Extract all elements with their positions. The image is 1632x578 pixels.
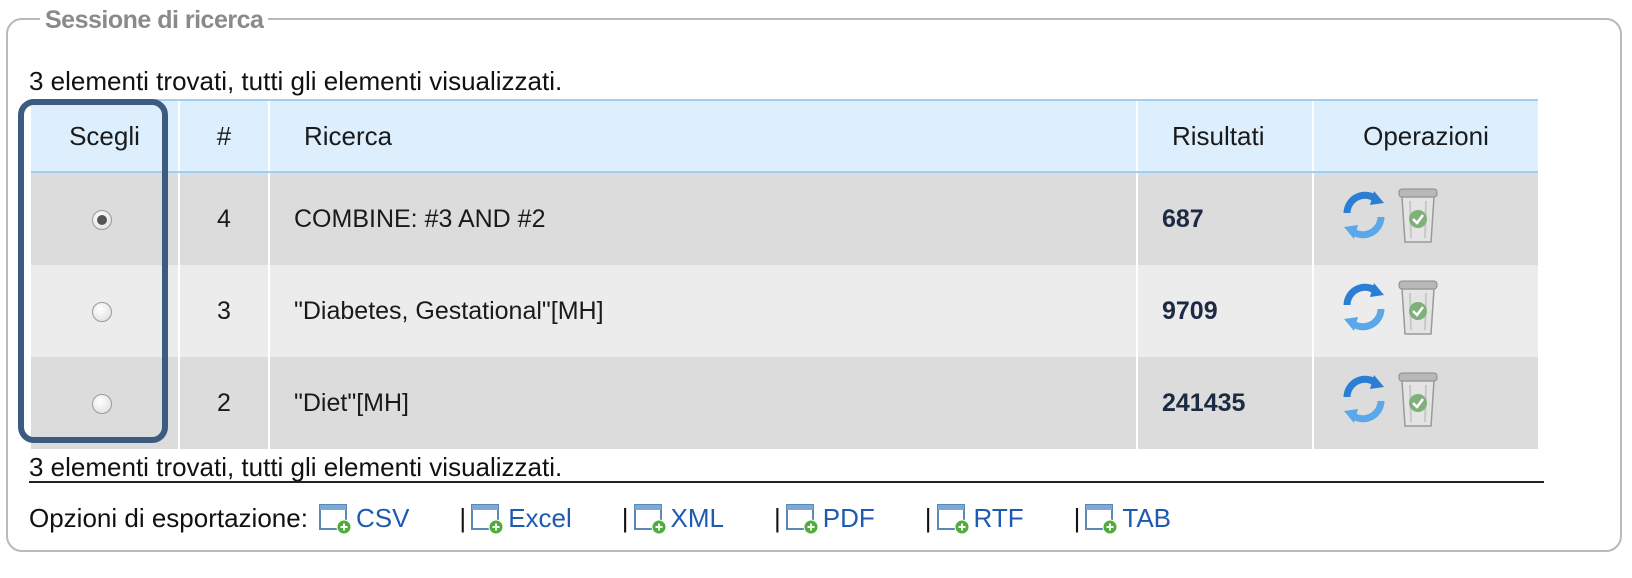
refresh-icon[interactable] [1338,189,1390,241]
separator: | [1073,502,1081,533]
export-format-label: TAB [1122,502,1172,533]
file-add-icon [470,502,504,535]
table-row: 3 "Diabetes, Gestational"[MH] 9709 [31,265,1538,357]
trash-icon[interactable] [1396,369,1440,429]
file-add-icon [633,502,667,535]
header-results: Risultati [1136,99,1313,173]
export-label: Opzioni di esportazione: [29,502,308,533]
header-operations: Operazioni [1312,99,1538,173]
row-number: 3 [178,265,269,357]
export-format-label: RTF [973,502,1024,533]
row-number: 4 [178,172,269,265]
export-format-label: PDF [822,502,875,533]
row-number: 2 [178,357,269,449]
export-format-label: Excel [508,502,572,533]
divider [29,481,1544,483]
separator: | [924,502,932,533]
export-pdf-link[interactable]: PDF [785,502,875,535]
file-add-icon [1084,502,1118,535]
panel-legend: Sessione di ricerca [40,6,269,34]
export-rtf-link[interactable]: RTF [936,502,1024,535]
header-query: Ricerca [268,99,1137,173]
search-history-table: Scegli # Ricerca Risultati Operazioni 4 … [31,99,1538,449]
choose-column-highlight [18,99,168,443]
status-text-bottom: 3 elementi trovati, tutti gli elementi v… [29,452,563,482]
row-query: COMBINE: #3 AND #2 [268,172,1137,265]
table-row: 4 COMBINE: #3 AND #2 687 [31,172,1538,265]
export-csv-link[interactable]: CSV [318,502,410,535]
trash-icon[interactable] [1396,277,1440,337]
export-xml-link[interactable]: XML [633,502,724,535]
status-text-top: 3 elementi trovati, tutti gli elementi v… [29,66,563,96]
separator: | [774,502,781,533]
row-results: 9709 [1136,265,1313,357]
row-results: 687 [1136,172,1313,265]
export-options: Opzioni di esportazione: CSV | Excel | X… [29,500,1171,536]
row-query: "Diabetes, Gestational"[MH] [268,265,1137,357]
table-row: 2 "Diet"[MH] 241435 [31,357,1538,449]
file-add-icon [785,502,819,535]
header-number: # [178,99,269,173]
export-tab-link[interactable]: TAB [1084,502,1172,535]
refresh-icon[interactable] [1338,373,1390,425]
row-query: "Diet"[MH] [268,357,1137,449]
separator: | [621,502,629,533]
separator: | [459,502,467,533]
export-format-label: CSV [355,502,410,533]
export-format-label: XML [670,502,724,533]
file-add-icon [318,502,352,535]
table-header-row: Scegli # Ricerca Risultati Operazioni [31,99,1538,173]
row-results: 241435 [1136,357,1313,449]
file-add-icon [936,502,970,535]
export-excel-link[interactable]: Excel [470,502,572,535]
refresh-icon[interactable] [1338,281,1390,333]
trash-icon[interactable] [1396,185,1440,245]
